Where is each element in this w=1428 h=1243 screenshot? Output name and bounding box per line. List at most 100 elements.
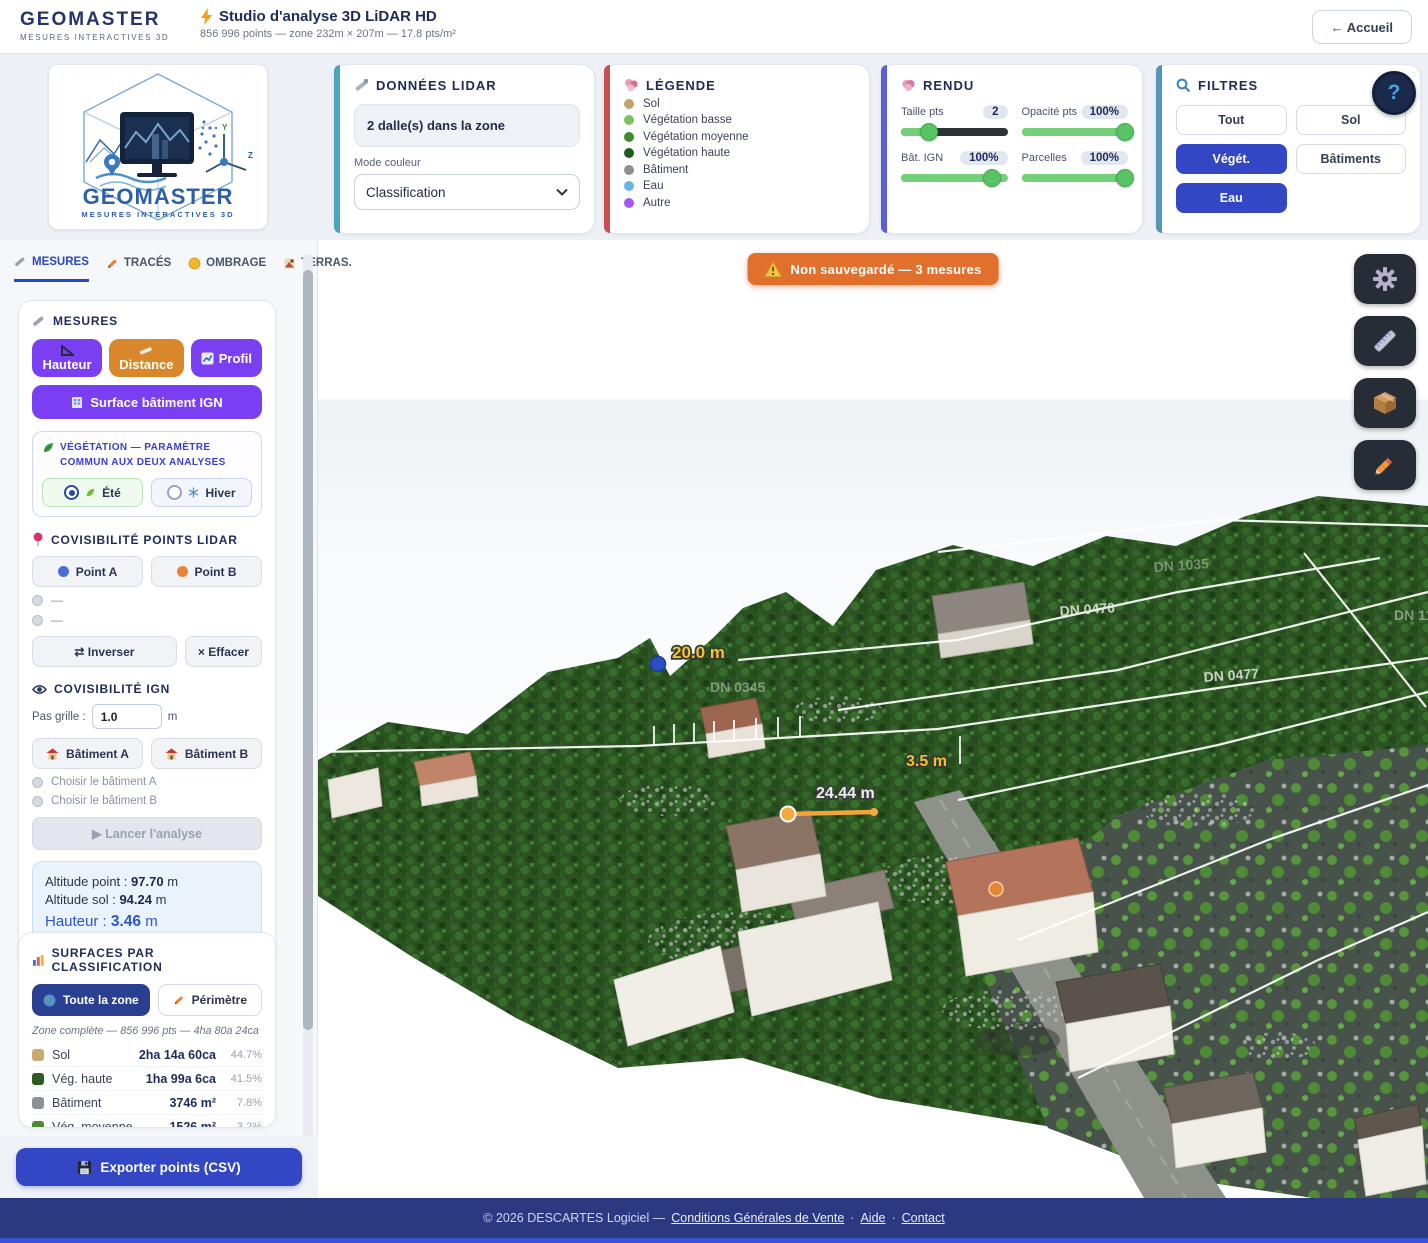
brand-name: GEOMASTER xyxy=(20,9,169,31)
distance-button[interactable]: Distance xyxy=(109,339,184,377)
class-swatch xyxy=(32,1097,44,1109)
unsaved-warning-badge[interactable]: Non sauvegardé — 3 mesures xyxy=(748,253,999,285)
choisir-batiment-a[interactable]: Choisir le bâtiment A xyxy=(32,776,262,788)
batiment-b-button[interactable]: Bâtiment B xyxy=(151,738,262,769)
filter-tout-button[interactable]: Tout xyxy=(1176,105,1287,135)
legend-dot xyxy=(624,198,634,208)
snowflake-icon xyxy=(188,487,199,498)
filter-veget-button[interactable]: Végét. xyxy=(1176,144,1287,174)
svg-text:GEOMASTER: GEOMASTER xyxy=(83,184,234,209)
pas-grille-label: Pas grille : xyxy=(32,711,86,723)
radio-icon[interactable] xyxy=(32,595,43,606)
pas-grille-unit: m xyxy=(168,711,178,723)
panel-rendu: RENDU Taille pts2 Opacité pts100% Bât. I… xyxy=(880,64,1143,234)
mesures-card: MESURES Hauteur Distance Profil Surface … xyxy=(18,300,276,972)
slider-track[interactable] xyxy=(901,174,1008,182)
covis-ign-title: COVISIBILITÉ IGN xyxy=(54,682,170,696)
scrollbar-thumb[interactable] xyxy=(303,270,313,1030)
tab-terrasses[interactable]: TERRAS. xyxy=(283,252,351,282)
sidebar-scrollbar[interactable] xyxy=(303,254,313,1154)
terrain-icon xyxy=(283,257,296,270)
slider-value-badge: 100% xyxy=(960,151,1007,165)
slider-track[interactable] xyxy=(1022,128,1129,136)
mesures-title: MESURES xyxy=(53,314,118,328)
legend-item: Végétation haute xyxy=(624,147,855,159)
effacer-button[interactable]: × Effacer xyxy=(185,636,262,667)
box-tool-button[interactable] xyxy=(1354,378,1416,428)
surface-batiment-ign-button[interactable]: Surface bâtiment IGN xyxy=(32,385,262,419)
sidebar: MESURES TRACÉS OMBRAGE TERRAS. MESURES H… xyxy=(0,240,318,1198)
tab-mesures[interactable]: MESURES xyxy=(14,252,89,282)
choisir-batiment-b[interactable]: Choisir le bâtiment B xyxy=(32,795,262,807)
page-title: Studio d'analyse 3D LiDAR HD xyxy=(219,8,437,25)
slider-knob[interactable] xyxy=(1116,123,1134,141)
radio-icon[interactable] xyxy=(32,796,43,807)
export-csv-button[interactable]: Exporter points (CSV) xyxy=(16,1148,302,1186)
slider-taille-pts: Taille pts2 xyxy=(901,105,1008,136)
ruler-pen-icon xyxy=(354,78,369,93)
perimetre-button[interactable]: Périmètre xyxy=(158,984,262,1016)
slider-parcelles: Parcelles100% xyxy=(1022,151,1129,182)
altitude-point-value: 97.70 xyxy=(131,874,164,889)
slider-knob[interactable] xyxy=(920,123,938,141)
pencil-icon xyxy=(1372,452,1398,478)
point-a-button[interactable]: Point A xyxy=(32,556,143,587)
panel-legende: LÉGENDE Sol Végétation basse Végétation … xyxy=(603,64,870,234)
filter-eau-button[interactable]: Eau xyxy=(1176,183,1287,213)
cgv-link[interactable]: Conditions Générales de Vente xyxy=(671,1211,844,1225)
aide-link[interactable]: Aide xyxy=(860,1211,885,1225)
zone-summary: Zone complète — 856 996 pts — 4ha 80a 24… xyxy=(32,1025,262,1037)
brand-subtitle: MESURES INTERACTIVES 3D xyxy=(20,33,169,42)
copyright-text: © 2026 DESCARTES Logiciel — xyxy=(483,1211,665,1225)
contact-link[interactable]: Contact xyxy=(902,1211,945,1225)
radio-icon[interactable] xyxy=(32,777,43,788)
legend-dot xyxy=(624,148,634,158)
mode-couleur-select[interactable]: Classification xyxy=(354,174,580,210)
hauteur-button[interactable]: Hauteur xyxy=(32,339,102,377)
ete-radio-option[interactable]: Été xyxy=(42,478,143,507)
slider-track[interactable] xyxy=(1022,174,1129,182)
point-a-marker[interactable] xyxy=(651,657,666,672)
radio-icon[interactable] xyxy=(32,615,43,626)
legend-item: Bâtiment xyxy=(624,164,855,176)
filter-batiments-button[interactable]: Bâtiments xyxy=(1296,144,1407,174)
point-cloud-scene[interactable]: DN 0476 DN 0477 DN 0345 DN 1035 DN 11 20… xyxy=(318,240,1428,1198)
surfaces-card: SURFACES PAR CLASSIFICATION Toute la zon… xyxy=(18,932,276,1128)
panel-title: LÉGENDE xyxy=(646,78,716,93)
surface-row-sol: Sol2ha 14a 60ca44.7% xyxy=(32,1043,262,1066)
geomaster-logo: Y Z GEOMASTER MESURES INTERACTIVES 3D xyxy=(56,70,260,224)
point-b-marker[interactable] xyxy=(989,882,1003,896)
help-button[interactable]: ? xyxy=(1372,71,1416,115)
toute-la-zone-button[interactable]: Toute la zone xyxy=(32,984,150,1016)
viewer-3d[interactable]: Non sauvegardé — 3 mesures xyxy=(318,240,1428,1198)
tiles-info: 2 dalle(s) dans la zone xyxy=(354,104,580,147)
palette-icon xyxy=(624,78,639,93)
export-zone: Exporter points (CSV) xyxy=(0,1136,318,1198)
marker-icon xyxy=(14,255,27,268)
slider-knob[interactable] xyxy=(983,169,1001,187)
panel-donnees-lidar: DONNÉES LIDAR 2 dalle(s) dans la zone Mo… xyxy=(333,64,595,234)
slider-knob[interactable] xyxy=(1116,169,1134,187)
inverser-button[interactable]: ⇄ Inverser xyxy=(32,636,177,667)
point-b-button[interactable]: Point B xyxy=(151,556,262,587)
hiver-radio-option[interactable]: Hiver xyxy=(151,478,252,507)
distance-measure-line[interactable] xyxy=(788,812,874,814)
pin-icon xyxy=(32,532,44,547)
slider-track[interactable] xyxy=(901,128,1008,136)
distance-endpoint-a[interactable] xyxy=(781,807,796,822)
tab-traces[interactable]: TRACÉS xyxy=(106,252,171,282)
legend-item: Autre xyxy=(624,197,855,209)
batiment-a-button[interactable]: Bâtiment A xyxy=(32,738,143,769)
floppy-icon xyxy=(77,1160,92,1175)
draw-tool-button[interactable] xyxy=(1354,440,1416,490)
settings-tool-button[interactable] xyxy=(1354,254,1416,304)
profil-button[interactable]: Profil xyxy=(191,339,262,377)
pas-grille-input[interactable]: 1.0 xyxy=(92,704,162,729)
mode-couleur-label: Mode couleur xyxy=(354,157,580,169)
distance-endpoint-b[interactable] xyxy=(870,808,878,816)
tab-ombrage[interactable]: OMBRAGE xyxy=(188,252,266,282)
lancer-analyse-button[interactable]: ▶ Lancer l'analyse xyxy=(32,817,262,850)
home-button[interactable]: ← Accueil xyxy=(1312,10,1412,44)
measure-tool-button[interactable] xyxy=(1354,316,1416,366)
viewer-toolbar xyxy=(1354,254,1416,490)
